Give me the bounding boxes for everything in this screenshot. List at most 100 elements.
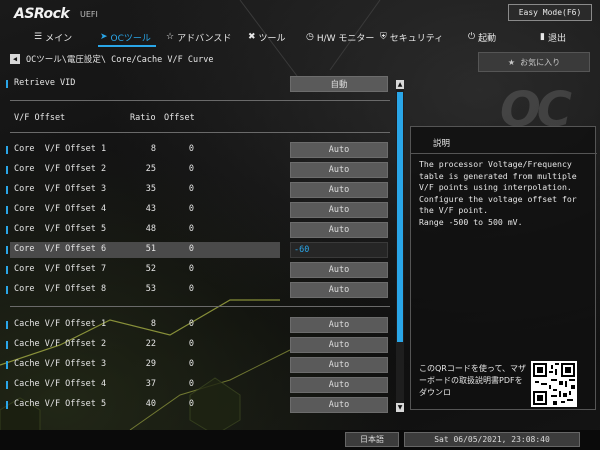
column-offset-header: Offset xyxy=(164,113,195,123)
row-marker xyxy=(6,166,8,174)
table-row[interactable]: Core V/F Offset 5 48 0 Auto xyxy=(0,222,392,238)
favorites-label: お気に入り xyxy=(520,57,561,67)
offset-value: 0 xyxy=(188,264,194,274)
offset-value: 0 xyxy=(188,144,194,154)
setting-label: Cache V/F Offset 1 xyxy=(14,319,107,329)
divider xyxy=(10,306,390,307)
retrieve-vid-value-button[interactable]: 自動 xyxy=(290,76,388,92)
table-row[interactable]: Core V/F Offset 1 8 0 Auto xyxy=(0,142,392,158)
value-button[interactable]: Auto xyxy=(290,222,388,238)
value-button[interactable]: Auto xyxy=(290,337,388,353)
divider xyxy=(10,100,390,101)
scroll-up-arrow-icon[interactable]: ▲ xyxy=(396,80,404,89)
ratio-value: 35 xyxy=(145,184,156,194)
setting-label: Core V/F Offset 8 xyxy=(14,284,107,294)
column-header: V/F Offset Ratio Offset xyxy=(0,112,392,126)
setting-label: Core V/F Offset 7 xyxy=(14,264,107,274)
back-arrow-icon[interactable]: ◀ xyxy=(10,54,20,64)
ratio-value: 37 xyxy=(145,379,156,389)
value-button[interactable]: Auto xyxy=(290,282,388,298)
language-button[interactable]: 日本語 xyxy=(345,432,399,447)
tab-hw-monitor[interactable]: ◷ H/W モニター xyxy=(306,28,374,46)
table-row[interactable]: Core V/F Offset 8 53 0 Auto xyxy=(0,282,392,298)
rocket-icon: ➤ xyxy=(100,32,108,42)
scrollbar-thumb[interactable] xyxy=(397,92,403,342)
exit-icon: ▮ xyxy=(540,32,545,42)
description-text: The processor Voltage/Frequency table is… xyxy=(419,159,577,227)
row-marker xyxy=(6,146,8,154)
shield-icon: ⛨ xyxy=(380,32,387,42)
row-marker xyxy=(6,80,8,88)
setting-label: Core V/F Offset 2 xyxy=(14,164,107,174)
value-button[interactable]: Auto xyxy=(290,182,388,198)
row-marker xyxy=(6,341,8,349)
tab-label: H/W モニター xyxy=(316,33,375,44)
retrieve-vid-row[interactable]: Retrieve VID 自動 xyxy=(0,76,392,92)
row-marker xyxy=(6,286,8,294)
row-marker xyxy=(6,321,8,329)
tab-label: 起動 xyxy=(478,33,497,44)
favorites-button[interactable]: ★ お気に入り xyxy=(478,52,590,72)
setting-label: Retrieve VID xyxy=(14,78,76,88)
value-button[interactable]: Auto xyxy=(290,317,388,333)
table-row[interactable]: Cache V/F Offset 2 22 0 Auto xyxy=(0,337,392,353)
datetime-display: Sat 06/05/2021, 23:08:40 xyxy=(404,432,580,447)
setting-label: Core V/F Offset 3 xyxy=(14,184,107,194)
tab-label: ツール xyxy=(258,33,286,44)
scroll-down-arrow-icon[interactable]: ▼ xyxy=(396,403,404,412)
value-button[interactable]: Auto xyxy=(290,202,388,218)
uefi-label: UEFI xyxy=(80,10,98,19)
tab-boot[interactable]: ⏻ 起動 xyxy=(468,28,496,46)
description-panel: 説明 The processor Voltage/Frequency table… xyxy=(410,126,597,410)
value-button[interactable]: Auto xyxy=(290,357,388,373)
value-button[interactable]: Auto xyxy=(290,397,388,413)
offset-value: 0 xyxy=(188,359,194,369)
table-row[interactable]: Cache V/F Offset 5 40 0 Auto xyxy=(0,397,392,413)
ratio-value: 8 xyxy=(150,319,156,329)
offset-value: 0 xyxy=(188,224,194,234)
star-icon: ★ xyxy=(507,57,516,67)
offset-value: 0 xyxy=(188,339,194,349)
breadcrumb-path: OCツール\電圧設定\ Core/Cache V/F Curve xyxy=(26,55,214,65)
divider xyxy=(411,153,597,154)
tab-label: メイン xyxy=(45,33,73,44)
ratio-value: 40 xyxy=(145,399,156,409)
ratio-value: 48 xyxy=(145,224,156,234)
value-button[interactable]: Auto xyxy=(290,377,388,393)
table-row[interactable]: Core V/F Offset 7 52 0 Auto xyxy=(0,262,392,278)
row-marker xyxy=(6,381,8,389)
ratio-value: 52 xyxy=(145,264,156,274)
easy-mode-button[interactable]: Easy Mode(F6) xyxy=(508,4,592,21)
tab-main[interactable]: ☰ メイン xyxy=(34,28,72,46)
description-title: 説明 xyxy=(433,139,451,149)
offset-input-field[interactable]: -60 xyxy=(290,242,388,258)
divider xyxy=(10,132,390,133)
asrock-logo: ASRock xyxy=(14,6,70,22)
value-button[interactable]: Auto xyxy=(290,142,388,158)
setting-label: Cache V/F Offset 2 xyxy=(14,339,107,349)
ratio-value: 53 xyxy=(145,284,156,294)
tab-security[interactable]: ⛨ セキュリティ xyxy=(380,28,443,46)
tab-label: 退出 xyxy=(547,33,566,44)
table-row[interactable]: Core V/F Offset 4 43 0 Auto xyxy=(0,202,392,218)
offset-value: 0 xyxy=(188,244,194,254)
offset-value: 0 xyxy=(188,379,194,389)
table-row[interactable]: Core V/F Offset 2 25 0 Auto xyxy=(0,162,392,178)
tab-label: セキュリティ xyxy=(389,33,444,44)
tab-advanced[interactable]: ☆ アドバンスド xyxy=(166,28,231,46)
table-row[interactable]: Cache V/F Offset 1 8 0 Auto xyxy=(0,317,392,333)
ratio-value: 43 xyxy=(145,204,156,214)
table-row[interactable]: Cache V/F Offset 3 29 0 Auto xyxy=(0,357,392,373)
main-nav: ☰ メイン ➤ OCツール ☆ アドバンスド ✖ ツール ◷ H/W モニター … xyxy=(0,28,600,46)
table-row[interactable]: Core V/F Offset 3 35 0 Auto xyxy=(0,182,392,198)
setting-label: Core V/F Offset 5 xyxy=(14,224,107,234)
tab-tool[interactable]: ✖ ツール xyxy=(248,28,286,46)
value-button[interactable]: Auto xyxy=(290,262,388,278)
tab-oc-tweaker[interactable]: ➤ OCツール xyxy=(100,28,151,46)
offset-value: 0 xyxy=(188,164,194,174)
tab-exit[interactable]: ▮ 退出 xyxy=(540,28,566,46)
column-name-header: V/F Offset xyxy=(14,113,66,123)
table-row-selected[interactable]: Core V/F Offset 6 51 0 -60 xyxy=(0,242,392,258)
table-row[interactable]: Cache V/F Offset 4 37 0 Auto xyxy=(0,377,392,393)
value-button[interactable]: Auto xyxy=(290,162,388,178)
